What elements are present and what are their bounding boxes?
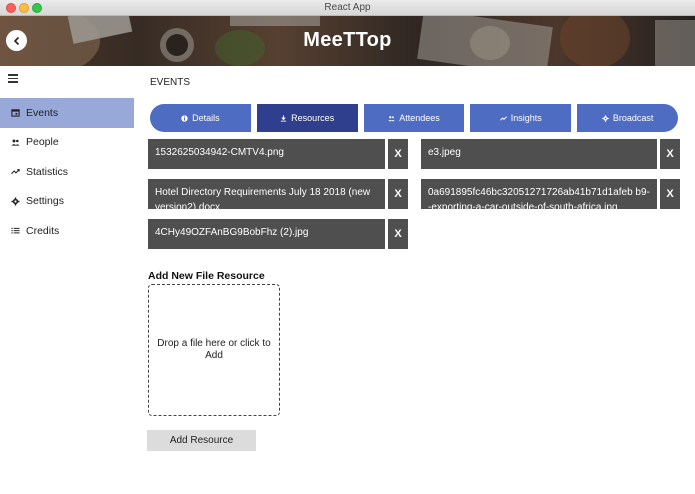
sidebar: Events People Statistics Settings Credit…: [0, 98, 134, 246]
tab-label: Insights: [510, 113, 542, 123]
people-icon: [388, 115, 395, 122]
remove-file-button[interactable]: X: [388, 179, 408, 209]
file-dropzone[interactable]: Drop a file here or click to Add: [148, 284, 280, 416]
window-title: React App: [324, 2, 371, 13]
sidebar-item-statistics[interactable]: Statistics: [0, 157, 134, 187]
trend-icon: [499, 115, 507, 122]
sidebar-item-label: Statistics: [26, 165, 69, 178]
tab-insights[interactable]: Insights: [470, 104, 572, 132]
file-item: Hotel Directory Requirements July 18 201…: [148, 179, 385, 209]
tab-resources[interactable]: Resources: [256, 104, 358, 132]
page-title: EVENTS: [150, 77, 191, 88]
info-icon: [181, 114, 188, 122]
gear-icon: [10, 196, 20, 206]
remove-file-button[interactable]: X: [388, 139, 408, 169]
gear-icon: [602, 114, 609, 122]
tab-details[interactable]: Details: [150, 104, 251, 132]
header-banner: MeeTTop: [0, 16, 695, 66]
sidebar-item-label: Settings: [26, 195, 64, 208]
file-item: e3.jpeg: [421, 139, 657, 169]
remove-file-button[interactable]: X: [660, 139, 680, 169]
sidebar-item-label: Events: [26, 106, 59, 119]
sidebar-item-settings[interactable]: Settings: [0, 187, 134, 217]
file-item: 1532625034942-CMTV4.png: [148, 139, 385, 169]
sidebar-item-events[interactable]: Events: [0, 98, 134, 128]
window-titlebar: React App: [0, 0, 695, 16]
event-tabs: Details Resources Attendees Insights Bro…: [150, 104, 678, 132]
remove-file-button[interactable]: X: [660, 179, 680, 209]
dropzone-text: Drop a file here or click to Add: [157, 338, 271, 361]
sidebar-item-label: Credits: [26, 224, 60, 237]
tab-label: Details: [192, 113, 220, 123]
tab-label: Attendees: [399, 113, 440, 123]
menu-icon[interactable]: [8, 74, 18, 83]
add-resource-button[interactable]: Add Resource: [147, 430, 256, 451]
sidebar-item-people[interactable]: People: [0, 128, 134, 158]
remove-file-button[interactable]: X: [388, 219, 408, 249]
download-icon: [280, 114, 287, 122]
tab-label: Broadcast: [612, 113, 654, 123]
trend-icon: [10, 167, 20, 177]
sidebar-item-credits[interactable]: Credits: [0, 216, 134, 246]
calendar-icon: [10, 108, 20, 118]
list-icon: [10, 226, 20, 236]
add-resource-heading: Add New File Resource: [148, 270, 265, 282]
tab-broadcast[interactable]: Broadcast: [577, 104, 678, 132]
tab-attendees[interactable]: Attendees: [363, 104, 465, 132]
file-item: 0a691895fc46bc32051271726ab41b71d1afeb b…: [421, 179, 657, 209]
app-brand: MeeTTop: [303, 29, 392, 51]
tab-label: Resources: [291, 113, 335, 123]
file-item: 4CHy49OZFAnBG9BobFhz (2).jpg: [148, 219, 385, 249]
people-icon: [10, 137, 20, 147]
sidebar-item-label: People: [26, 136, 59, 149]
